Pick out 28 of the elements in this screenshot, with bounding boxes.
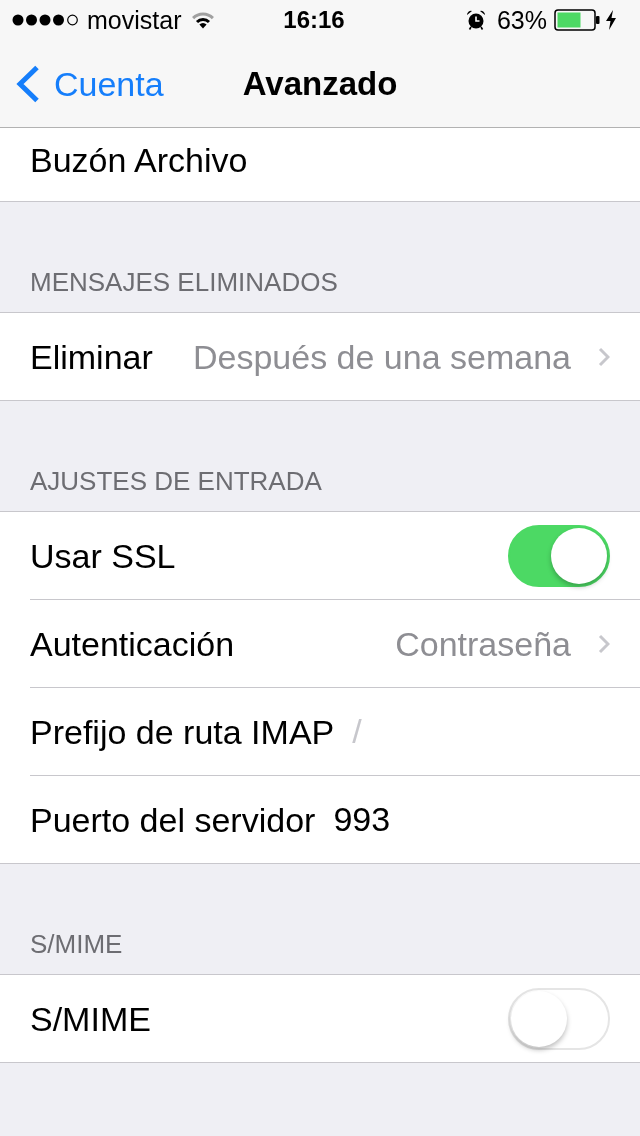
screen-title: Avanzado xyxy=(242,63,398,104)
signal-dots-icon xyxy=(12,14,79,26)
row-label: Puerto del servidor xyxy=(30,799,316,840)
input-field[interactable]: 993 xyxy=(333,797,610,842)
section-header: MENSAJES ELIMINADOS xyxy=(30,267,338,297)
row-label: Eliminar xyxy=(30,336,153,377)
chevron-left-icon xyxy=(16,64,40,103)
battery-icon xyxy=(554,9,600,31)
chevron-right-icon xyxy=(598,633,610,654)
row-label: Prefijo de ruta IMAP xyxy=(30,711,335,752)
row-value: Después de una semana xyxy=(192,336,571,377)
row-label: S/MIME xyxy=(30,998,151,1039)
section-header: AJUSTES DE ENTRADA xyxy=(30,466,322,496)
row-label: Usar SSL xyxy=(30,535,176,576)
row-value: Contraseña xyxy=(395,623,571,664)
battery-percentage: 63% xyxy=(496,5,547,35)
input-field[interactable]: / xyxy=(352,709,610,754)
carrier-name: movistar xyxy=(87,5,182,35)
toggle-switch[interactable] xyxy=(508,524,610,587)
back-button[interactable]: Cuenta xyxy=(16,63,164,104)
row-label: Buzón Archivo xyxy=(30,139,248,180)
clock-time: 16:16 xyxy=(283,5,345,35)
charging-bolt-icon xyxy=(606,10,616,30)
wifi-icon xyxy=(191,11,216,29)
chevron-right-icon xyxy=(598,346,610,367)
row-label: Autenticación xyxy=(30,623,235,664)
alarm-clock-icon xyxy=(465,10,486,30)
section-header: S/MIME xyxy=(30,929,123,959)
